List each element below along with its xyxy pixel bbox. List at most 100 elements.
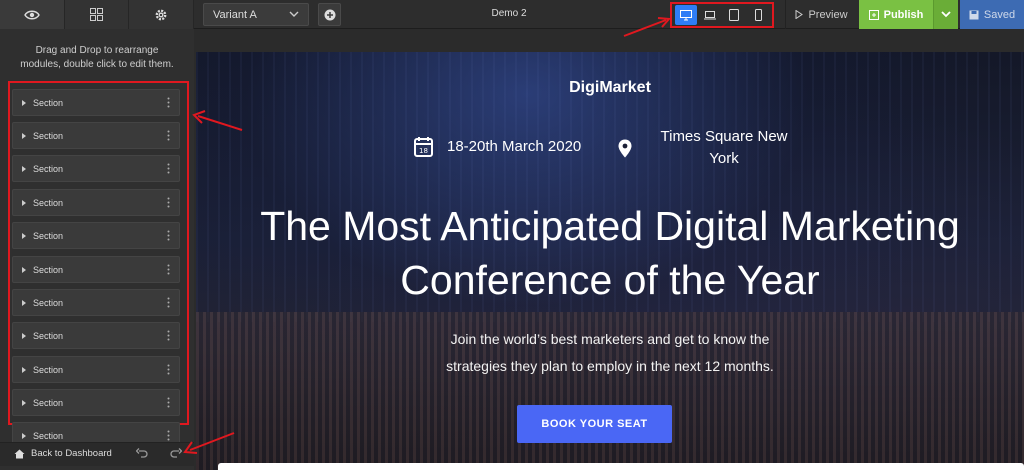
document-title: Demo 2 [491, 8, 527, 19]
section-item-label: Section [33, 364, 64, 375]
hero-subheading: Join the world’s best marketers and get … [196, 326, 1024, 380]
home-icon [14, 449, 25, 458]
caret-right-icon[interactable] [20, 165, 28, 172]
next-section-block[interactable] [218, 463, 1024, 470]
section-item[interactable]: Section [12, 389, 180, 416]
more-options-icon[interactable] [167, 130, 170, 141]
section-item[interactable]: Section [12, 189, 180, 216]
hero-subheading-line: strategies they plan to employ in the ne… [446, 358, 774, 374]
top-toolbar: Variant A Demo 2 Preview Publish Saved [0, 0, 1024, 29]
tablet-icon [729, 9, 739, 21]
caret-right-icon[interactable] [20, 399, 28, 406]
back-to-dashboard-label: Back to Dashboard [31, 448, 112, 459]
section-item[interactable]: Section [12, 289, 180, 316]
event-date-text: 18-20th March 2020 [447, 138, 582, 155]
sidebar-hint: Drag and Drop to rearrange modules, doub… [20, 45, 174, 70]
section-item[interactable]: Section [12, 256, 180, 283]
caret-right-icon[interactable] [20, 332, 28, 339]
section-item[interactable]: Section [12, 356, 180, 383]
section-item[interactable]: Section [12, 322, 180, 349]
hero-subheading-line: Join the world’s best marketers and get … [450, 331, 770, 347]
device-tablet-button[interactable] [723, 5, 745, 25]
more-options-icon[interactable] [167, 230, 170, 241]
section-item-label: Section [33, 397, 64, 408]
sidebar: Drag and Drop to rearrange modules, doub… [0, 29, 194, 470]
publish-icon [868, 9, 879, 20]
add-variant-button[interactable] [318, 3, 341, 26]
undo-icon[interactable] [136, 448, 148, 460]
annotation-arrow [192, 110, 243, 131]
chevron-down-icon [941, 11, 951, 18]
svg-text:18: 18 [419, 147, 428, 155]
more-options-icon[interactable] [167, 330, 170, 341]
tab-modules[interactable] [64, 0, 130, 29]
caret-right-icon[interactable] [20, 432, 28, 439]
calendar-icon: 18 [414, 137, 433, 157]
caret-right-icon[interactable] [20, 299, 28, 306]
grid-icon [90, 8, 103, 21]
device-laptop-button[interactable] [699, 5, 721, 25]
more-options-icon[interactable] [167, 264, 170, 275]
preview-label: Preview [808, 8, 848, 21]
section-item-label: Section [33, 97, 64, 108]
book-your-seat-button[interactable]: BOOK YOUR SEAT [517, 405, 672, 443]
caret-right-icon[interactable] [20, 99, 28, 106]
sidebar-tabs [0, 0, 195, 29]
preview-button[interactable]: Preview [785, 0, 857, 29]
caret-right-icon[interactable] [20, 232, 28, 239]
more-options-icon[interactable] [167, 97, 170, 108]
section-item-label: Section [33, 130, 64, 141]
sidebar-footer: Back to Dashboard [0, 442, 194, 466]
location-pin-icon [618, 139, 632, 157]
caret-right-icon[interactable] [20, 199, 28, 206]
section-item-label: Section [33, 430, 64, 441]
annotation-arrow [623, 17, 672, 37]
gear-icon [155, 9, 167, 20]
more-options-icon[interactable] [167, 197, 170, 208]
mobile-icon [754, 9, 762, 21]
more-options-icon[interactable] [167, 430, 170, 441]
section-item-label: Section [33, 297, 64, 308]
variant-select-value: Variant A [213, 8, 257, 21]
hero-headline: The Most Anticipated Digital Marketing C… [260, 203, 960, 303]
caret-right-icon[interactable] [20, 266, 28, 273]
publish-options-button[interactable] [933, 0, 958, 29]
saved-status-button[interactable]: Saved [960, 0, 1024, 29]
section-item[interactable]: Section [12, 155, 180, 182]
eye-icon [24, 10, 40, 19]
brand-logo-text: DigiMarket [569, 79, 651, 96]
device-switcher [670, 2, 774, 28]
more-options-icon[interactable] [167, 297, 170, 308]
section-item[interactable]: Section [12, 89, 180, 116]
plus-circle-icon [324, 9, 335, 20]
back-to-dashboard-button[interactable]: Back to Dashboard [14, 448, 112, 459]
section-item-label: Section [33, 330, 64, 341]
play-icon [795, 10, 804, 19]
tab-preview-visibility[interactable] [0, 0, 65, 29]
more-options-icon[interactable] [167, 364, 170, 375]
saved-label: Saved [983, 8, 1016, 21]
page-preview-canvas[interactable]: DigiMarket 18 18-20th March 2020 Times S… [196, 52, 1024, 470]
event-location: Times Square New York [618, 126, 794, 170]
section-item-label: Section [33, 264, 64, 275]
device-mobile-button[interactable] [747, 5, 769, 25]
section-item-label: Section [33, 230, 64, 241]
section-item[interactable]: Section [12, 122, 180, 149]
more-options-icon[interactable] [167, 163, 170, 174]
event-date: 18 18-20th March 2020 [414, 136, 581, 157]
tab-settings[interactable] [129, 0, 195, 29]
caret-right-icon[interactable] [20, 132, 28, 139]
desktop-icon [680, 9, 692, 20]
variant-select[interactable]: Variant A [203, 3, 309, 26]
publish-label: Publish [883, 8, 924, 21]
laptop-icon [704, 11, 716, 20]
more-options-icon[interactable] [167, 397, 170, 408]
save-icon [969, 10, 979, 19]
section-item-label: Section [33, 163, 64, 174]
publish-button[interactable]: Publish [859, 0, 933, 29]
device-desktop-button[interactable] [675, 5, 697, 25]
section-item-label: Section [33, 197, 64, 208]
event-location-text: Times Square New York [660, 128, 788, 167]
caret-right-icon[interactable] [20, 366, 28, 373]
section-item[interactable]: Section [12, 222, 180, 249]
